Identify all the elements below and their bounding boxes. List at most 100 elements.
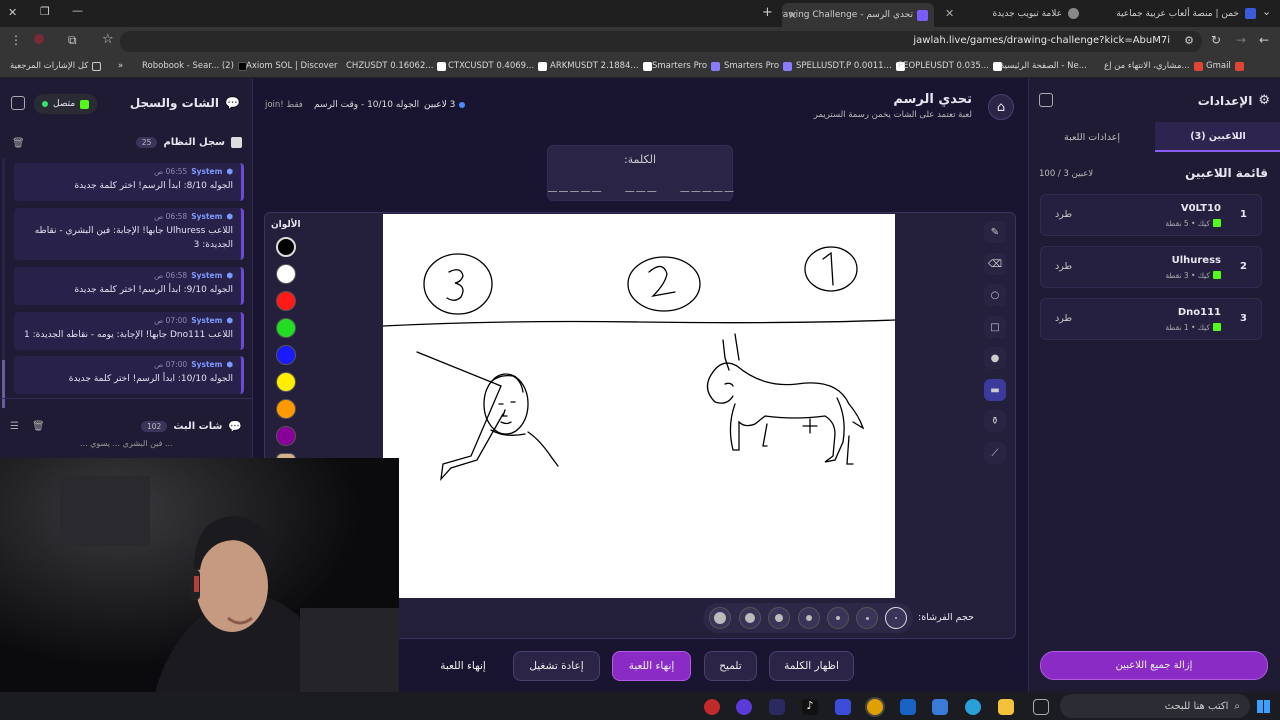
bookmark-all[interactable]: كل الإشارات المرجعية [10, 61, 102, 71]
forward-icon[interactable]: → [1236, 33, 1246, 47]
tab-search-icon[interactable]: ⌄ [1262, 5, 1271, 18]
minimize-window-icon[interactable]: — [72, 4, 83, 17]
fill-bucket-tool-icon[interactable]: ⚱ [984, 410, 1006, 432]
brush-size-option[interactable] [709, 607, 731, 629]
webcam-person-image [0, 458, 399, 720]
bookmark-item[interactable]: Axiom SOL | Discover [246, 61, 337, 71]
color-swatch-white[interactable] [276, 264, 296, 284]
bookmark-gmail[interactable]: Gmail [1206, 61, 1244, 71]
system-icon: ⬢ [226, 271, 233, 280]
bookmark-item[interactable]: PEOPLEUSDT 0.035... [898, 61, 1002, 71]
brush-size-option[interactable] [768, 607, 790, 629]
menu-dots-icon[interactable]: ⋮ [10, 33, 22, 47]
app-icon[interactable] [736, 699, 752, 715]
windows-start-icon[interactable] [1257, 700, 1270, 713]
brush-size-option[interactable] [798, 607, 820, 629]
toggle-panel-icon[interactable] [11, 96, 25, 110]
bookmark-item[interactable]: CHZUSDT 0.16062... [346, 61, 447, 71]
kick-player-button[interactable]: طرد [1055, 313, 1072, 324]
edge-icon[interactable] [965, 699, 981, 715]
reload-icon[interactable]: ↻ [1211, 33, 1221, 47]
brush-size-option[interactable] [739, 607, 761, 629]
color-swatch-blue[interactable] [276, 345, 296, 365]
brush-size-option[interactable] [827, 607, 849, 629]
join-hint: join! فقط [265, 100, 303, 110]
bookmark-star-icon[interactable]: ☆ [102, 32, 114, 47]
filter-icon[interactable]: ☰ [10, 421, 19, 432]
extensions-icon[interactable]: ⧉ [68, 33, 77, 48]
bookmark-item[interactable]: الصفحة الرئيسية - Ne... [1000, 61, 1087, 71]
scrollbar-thumb[interactable] [2, 360, 5, 408]
collapse-panel-icon[interactable] [1039, 93, 1053, 107]
bookmark-item[interactable]: CTXCUSDT 0.4069... [448, 61, 548, 71]
home-button[interactable]: ⌂ [988, 94, 1014, 120]
player-meta: كيك • 3 نقطة [1165, 271, 1221, 280]
drawing-canvas[interactable] [383, 214, 895, 598]
bookmark-item[interactable]: SPELLUSDT.P 0.0011... [796, 61, 905, 71]
address-bar[interactable]: jawlah.live/games/drawing-challenge?kick… [120, 31, 1202, 52]
hint-button[interactable]: تلميح [704, 651, 757, 681]
rectangle-tool-icon[interactable]: □ [984, 316, 1006, 338]
taskbar-search-box[interactable]: ⌕ اكتب هنا للبحث [1060, 694, 1250, 718]
back-icon[interactable]: ← [1259, 33, 1269, 47]
remove-all-players-button[interactable]: إزالة جميع اللاعبين [1040, 651, 1268, 680]
stream-chat-count: 102 [140, 421, 168, 432]
app-icon[interactable] [769, 699, 785, 715]
end-game-secondary-button[interactable]: إنهاء اللعبة [420, 651, 506, 681]
color-swatch-black[interactable] [276, 237, 296, 257]
close-tab-icon[interactable]: ✕ [945, 7, 954, 20]
log-message: ⬢ System 06:58 ص اللاعب Ulhuress جابها! ال… [14, 208, 244, 260]
new-tab-button[interactable]: + [762, 5, 773, 20]
tab-game-settings[interactable]: إعدادات اللعبة [1029, 122, 1155, 152]
eraser-tool-icon[interactable]: ⌫ [984, 253, 1006, 275]
end-game-button[interactable]: إنهاء اللعبة [612, 651, 691, 681]
trash-icon[interactable]: 🗑 [12, 138, 25, 149]
chat-title: الشات والسجل [129, 96, 220, 110]
color-swatch-orange[interactable] [276, 399, 296, 419]
close-tab-icon[interactable]: ✕ [788, 9, 797, 22]
site-settings-icon[interactable]: ⚙ [1184, 34, 1194, 47]
trash-icon[interactable]: 🗑 [32, 421, 45, 432]
bookmark-more-icon[interactable]: » [118, 61, 123, 71]
bookmark-item[interactable]: ARKMUSDT 2.1884... [550, 61, 652, 71]
player-name: V0LT10 [1180, 203, 1221, 214]
bookmark-item[interactable]: Smarters Pro [724, 61, 793, 71]
bookmarks-bar: كل الإشارات المرجعية » Robobook - Sear..… [0, 56, 1280, 78]
app-icon[interactable] [704, 699, 720, 715]
brush-size-option[interactable] [885, 607, 907, 629]
store-icon[interactable] [932, 699, 948, 715]
filled-circle-tool-icon[interactable]: ● [984, 347, 1006, 369]
color-swatch-red[interactable] [276, 291, 296, 311]
outlook-icon[interactable] [900, 699, 916, 715]
kick-player-button[interactable]: طرد [1055, 209, 1072, 220]
close-window-icon[interactable]: ✕ [8, 6, 17, 19]
search-icon: ⌕ [1234, 700, 1240, 712]
player-card: 3 Dno111 كيك • 1 نقطة طرد [1040, 298, 1262, 340]
brush-size-option[interactable] [856, 607, 878, 629]
tab-drawing-challenge[interactable]: تحدي الرسم - Drawing Challenge ✕ [782, 3, 934, 27]
pencil-tool-icon[interactable]: ✎ [984, 221, 1006, 243]
bookmark-item[interactable]: Smarters Pro [652, 61, 721, 71]
color-swatch-purple[interactable] [276, 426, 296, 446]
file-explorer-icon[interactable] [998, 699, 1014, 715]
tiktok-icon[interactable]: ♪ [802, 699, 818, 715]
color-swatch-yellow[interactable] [276, 372, 296, 392]
bookmark-item[interactable]: مشاري، الانتهاء من إع... [1104, 61, 1203, 71]
app-icon[interactable] [835, 699, 851, 715]
filled-rect-tool-icon[interactable]: ▬ [984, 379, 1006, 401]
tab-khamen[interactable]: خمن | منصة ألعاب عربية جماعية [1116, 4, 1256, 23]
restart-button[interactable]: إعادة تشغيل [513, 651, 600, 681]
tab-players[interactable]: اللاعبين (3) [1155, 122, 1280, 152]
show-word-button[interactable]: اظهار الكلمة [769, 651, 854, 681]
restore-window-icon[interactable]: ❐ [40, 5, 50, 18]
task-view-icon[interactable] [1033, 699, 1049, 715]
color-swatch-green[interactable] [276, 318, 296, 338]
profile-icon[interactable] [34, 34, 44, 44]
circle-tool-icon[interactable]: ○ [984, 284, 1006, 306]
chrome-icon[interactable] [867, 699, 883, 715]
kick-player-button[interactable]: طرد [1055, 261, 1072, 272]
settings-header: ⚙ الإعدادات [1198, 93, 1270, 108]
line-tool-icon[interactable]: ⟋ [984, 442, 1006, 464]
bookmark-item[interactable]: Robobook - Sear... (2) [142, 61, 247, 71]
tab-new-tab[interactable]: علامة تبويب جديدة ✕ [945, 4, 1105, 23]
